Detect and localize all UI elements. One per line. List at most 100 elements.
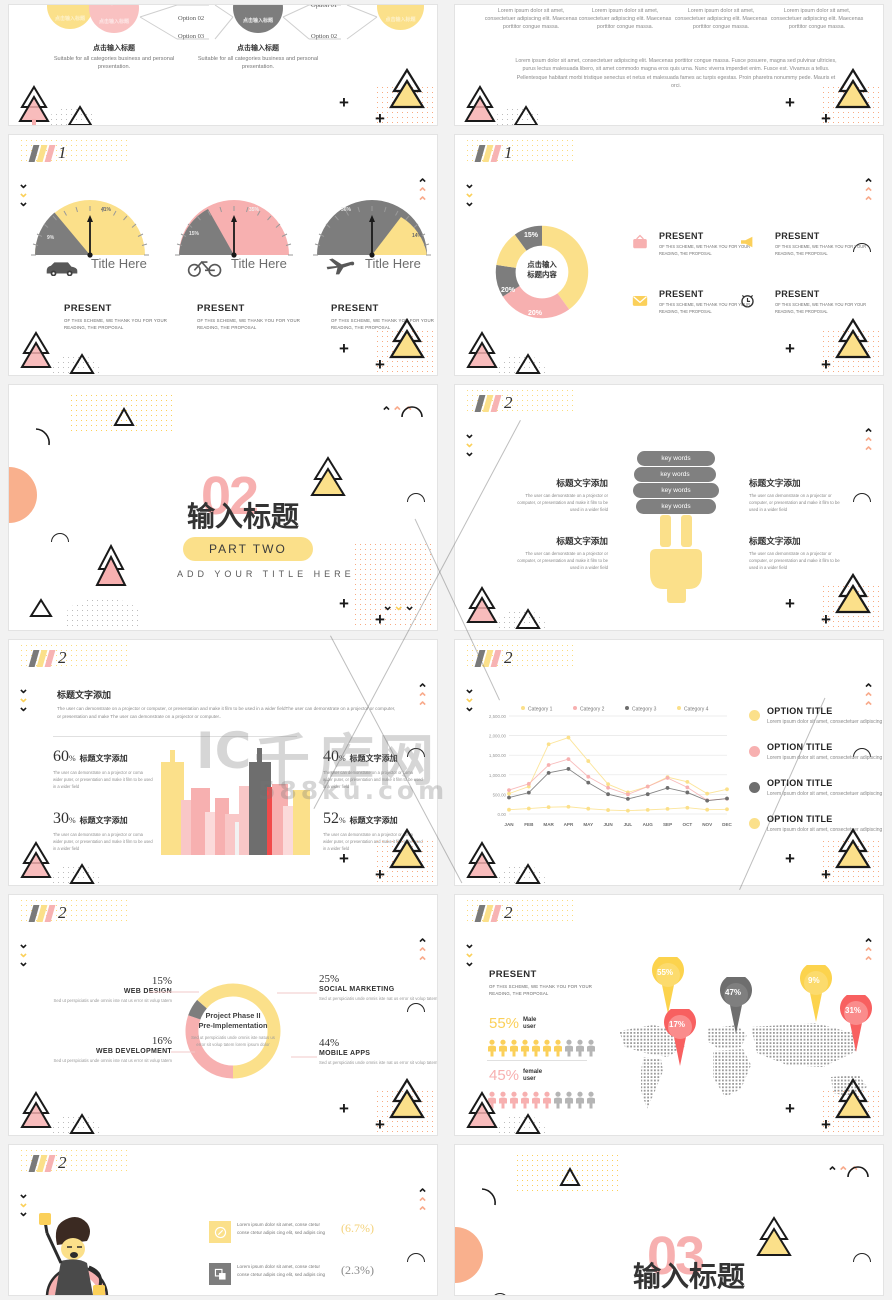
- plus-decor: +: [821, 1115, 831, 1134]
- slide-cell-4[interactable]: 1 ⌄ ⌄ ⌄ ⌃ ⌃ ⌃ 15% 15% 20% 20% 40% 点击输入 标…: [446, 130, 892, 380]
- slide-heading: 标题文字添加: [57, 690, 112, 700]
- svg-text:Category 4: Category 4: [684, 707, 709, 713]
- chevron-down-icon: ⌄⌄⌄: [464, 936, 475, 969]
- keyword-pill-2: key words: [634, 467, 716, 482]
- slide-cell-11[interactable]: 2 ⌄ ⌄ ⌄ ⌃ ⌃ ⌃ Lorem ipsum dolor sit amet…: [0, 1140, 446, 1300]
- pencil-circle-icon: [209, 1221, 231, 1243]
- legend-dot: [749, 782, 760, 793]
- plus-decor: +: [785, 339, 795, 358]
- project-phase-slide[interactable]: 2 ⌄ ⌄ ⌄ ⌃ ⌃ ⌃ Project Phase II Pre-Impleme: [8, 894, 438, 1136]
- pine-tree-pink-icon: [20, 331, 52, 368]
- present-body: OF THIS SCHEME, WE THANK YOU FOR YOUR RE…: [197, 318, 301, 331]
- flow-chart-slide[interactable]: 点击输入标题 点击输入标题 点击输入标题 点击输入标题 Option 02 Op…: [8, 4, 438, 126]
- character-list-slide[interactable]: 2 ⌄ ⌄ ⌄ ⌃ ⌃ ⌃ Lorem ipsum dolor sit amet…: [8, 1144, 438, 1296]
- option-body: Lorem ipsum dolor sit amet, consectetuer…: [767, 755, 884, 761]
- gauge-main-pct: 41%: [101, 207, 112, 213]
- slide-cell-12[interactable]: ⌃⌃⌃ 03 输入标题 PART THREE: [446, 1140, 892, 1300]
- map-pin-3[interactable]: [717, 977, 755, 1035]
- continents-slide[interactable]: USA Lorem ipsum dolor sit amet, consecte…: [454, 4, 884, 126]
- map-pin-4[interactable]: [797, 965, 835, 1023]
- bulb-slide[interactable]: 2 ⌄ ⌄ ⌄ ⌃ ⌃ ⌃ key words key words key words …: [454, 384, 884, 631]
- gauges-slide[interactable]: 1 ⌄ ⌄ ⌄ ⌃ ⌃ ⌃ 41% 9% Title Here 35% 15% …: [8, 134, 438, 376]
- block-body: The user can demonstrate on a projector …: [517, 551, 608, 571]
- svg-text:0.00: 0.00: [497, 812, 506, 817]
- plus-decor: +: [339, 339, 349, 358]
- plus-decor: +: [785, 1099, 795, 1118]
- person-icon: [510, 1091, 518, 1109]
- pine-tree-pink-icon: [466, 841, 498, 878]
- block-title: 标题文字添加: [749, 536, 801, 546]
- svg-text:JAN: JAN: [504, 822, 514, 827]
- map-pin-1[interactable]: [649, 957, 687, 1015]
- half-moon-icon: [853, 1253, 871, 1262]
- plus-decor: +: [339, 594, 349, 613]
- svg-text:SEP: SEP: [663, 822, 672, 827]
- continent-column: ASIA Lorem ipsum dolor sit amet, consect…: [673, 5, 769, 31]
- pine-tree-yellow-icon: [389, 67, 425, 109]
- plus-decor: +: [821, 355, 831, 374]
- map-pin-2[interactable]: [661, 1009, 699, 1067]
- slide-cell-3[interactable]: 1 ⌄ ⌄ ⌄ ⌃ ⌃ ⌃ 41% 9% Title Here 35% 15% …: [0, 130, 446, 380]
- pine-tree-yellow-icon: [835, 572, 871, 614]
- svg-text:OCT: OCT: [683, 822, 693, 827]
- svg-text:DEC: DEC: [722, 822, 732, 827]
- present-body: OF THIS SCHEME, WE THANK YOU FOR YOUR RE…: [64, 318, 168, 331]
- present-heading: PRESENT: [64, 303, 112, 314]
- slide-cell-6[interactable]: 2 ⌄ ⌄ ⌄ ⌃ ⌃ ⌃ key words key words key words …: [446, 380, 892, 635]
- slide-cell-2[interactable]: USA Lorem ipsum dolor sit amet, consecte…: [446, 0, 892, 130]
- slide-cell-7[interactable]: 2 ⌄ ⌄ ⌄ ⌃ ⌃ ⌃ 标题文字添加 The user can demonstrat…: [0, 635, 446, 890]
- map-pin-5[interactable]: [837, 995, 875, 1053]
- pine-tree-yellow-icon: [835, 1077, 871, 1119]
- donut-present-slide[interactable]: 1 ⌄ ⌄ ⌄ ⌃ ⌃ ⌃ 15% 15% 20% 20% 40% 点击输入 标…: [454, 134, 884, 376]
- keyword-pill-4: key words: [636, 499, 716, 514]
- slide-cell-10[interactable]: 2 ⌄ ⌄ ⌄ ⌃ ⌃ ⌃ PRESENT OF THIS SCHEME, WE THA…: [446, 890, 892, 1140]
- option-row: OPTION TITLE Lorem ipsum dolor sit amet,…: [767, 778, 883, 798]
- pine-tree-yellow-icon: [835, 827, 871, 869]
- plus-decor: +: [375, 1115, 385, 1134]
- chevron-down-icon: ⌄⌄⌄: [18, 681, 29, 714]
- flow-caption-1: 点击输入标题 Suitable for all categories busin…: [49, 43, 179, 71]
- slide-cell-1[interactable]: 点击输入标题 点击输入标题 点击输入标题 点击输入标题 Option 02 Op…: [0, 0, 446, 130]
- donut-label-15a: 15%: [524, 232, 539, 239]
- section-three-slide[interactable]: ⌃⌃⌃ 03 输入标题 PART THREE: [454, 1144, 884, 1296]
- gauge-sub-pct: 9%: [47, 235, 55, 241]
- male-pct: 55%: [489, 1015, 520, 1032]
- stat-percent: 60%: [53, 748, 76, 765]
- svg-text:1,500.00: 1,500.00: [489, 753, 507, 758]
- continent-column: AFRICA Lorem ipsum dolor sit amet, conse…: [769, 5, 865, 31]
- slide-number: 1: [504, 143, 513, 162]
- gauge-title: Title Here: [91, 256, 147, 271]
- slide-cell-5[interactable]: 02 输入标题 PART TWO ADD YOUR TITLE HERE ⌃⌃⌃…: [0, 380, 446, 635]
- section-title: 输入标题: [633, 1260, 746, 1293]
- pine-tree-pink-icon: [464, 85, 496, 122]
- slide-cell-9[interactable]: 2 ⌄ ⌄ ⌄ ⌃ ⌃ ⌃ Project Phase II Pre-Impleme: [0, 890, 446, 1140]
- flow-option-4: Option 02: [311, 33, 338, 40]
- gauge-chart-1: [31, 200, 149, 258]
- gauge-sub-pct: 36%: [341, 207, 352, 213]
- present-heading: PRESENT: [775, 231, 820, 241]
- flow-caption-title: 点击输入标题: [237, 45, 279, 52]
- section-two-slide[interactable]: 02 输入标题 PART TWO ADD YOUR TITLE HERE ⌃⌃⌃…: [8, 384, 438, 631]
- present-block: PRESENT OF THIS SCHEME, WE THANK YOU FOR…: [775, 231, 867, 257]
- plus-decor: +: [821, 865, 831, 884]
- person-icon: [510, 1039, 518, 1057]
- section-title: 输入标题: [187, 500, 300, 533]
- world-map-slide[interactable]: 2 ⌄ ⌄ ⌄ ⌃ ⌃ ⌃ PRESENT OF THIS SCHEME, WE THA…: [454, 894, 884, 1136]
- present-body: OF THIS SCHEME, WE THANK YOU FOR YOUR RE…: [775, 302, 867, 315]
- gauge-title: Title Here: [365, 256, 421, 271]
- chevron-down-icon: ⌄⌄⌄: [18, 1186, 29, 1219]
- slide-cell-8[interactable]: 2 ⌄ ⌄ ⌄ ⌃ ⌃ ⌃ Category 1 Category 2 Category 3…: [446, 635, 892, 890]
- triangle-outline-icon: [515, 608, 541, 629]
- svg-text:Category 1: Category 1: [528, 707, 553, 713]
- donut-label-15b: 15%: [500, 257, 515, 264]
- city-percent-slide[interactable]: 2 ⌄ ⌄ ⌄ ⌃ ⌃ ⌃ 标题文字添加 The user can demonstrat…: [8, 639, 438, 886]
- list-item-percent: (2.3%): [341, 1263, 374, 1277]
- map-pin-label: 55%: [657, 968, 674, 977]
- list-item: Lorem ipsum dolor sit amet, conse ctetur…: [209, 1263, 374, 1285]
- line-chart-slide[interactable]: 2 ⌄ ⌄ ⌄ ⌃ ⌃ ⌃ Category 1 Category 2 Category 3…: [454, 639, 884, 886]
- bulb-text-block: 标题文字添加 The user can demonstrate on a pro…: [749, 477, 847, 513]
- keyword-pill-1: key words: [637, 451, 715, 466]
- slide-number: 2: [58, 648, 67, 667]
- person-icon: [554, 1039, 562, 1057]
- person-icon: [543, 1091, 551, 1109]
